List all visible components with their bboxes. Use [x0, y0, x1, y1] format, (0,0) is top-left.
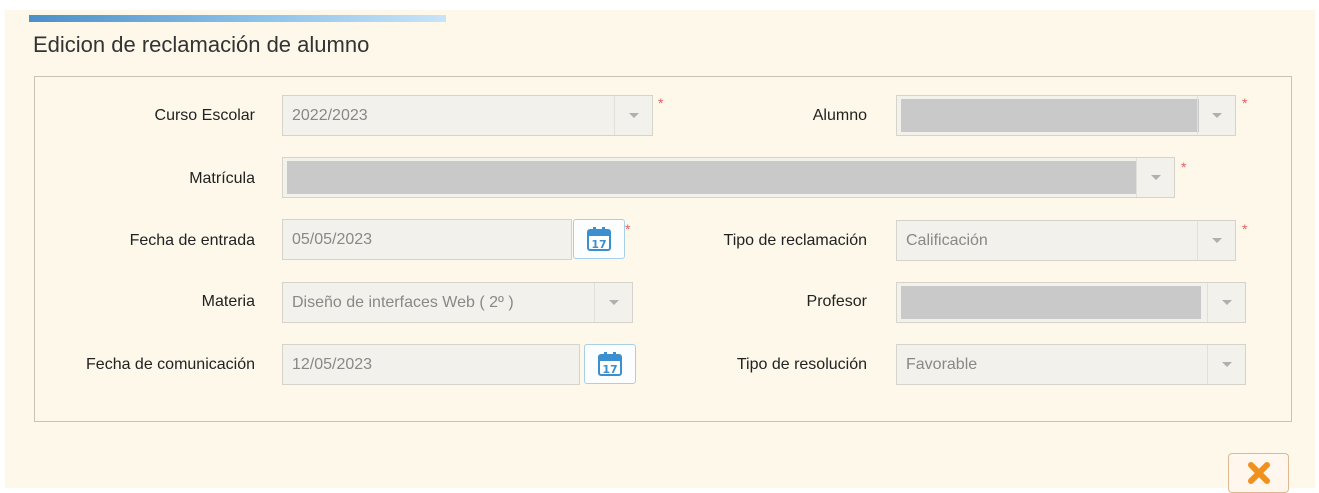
tipo-resolucion-dropdown-button[interactable]	[1207, 345, 1245, 384]
profesor-redacted-value	[901, 286, 1201, 319]
tipo-reclamacion-select[interactable]: Calificación	[896, 220, 1236, 261]
matricula-dropdown-button[interactable]	[1136, 158, 1174, 197]
tipo-reclamacion-label: Tipo de reclamación	[723, 232, 867, 249]
materia-value: Diseño de interfaces Web ( 2º )	[292, 294, 514, 311]
tipo-resolucion-select[interactable]: Favorable	[896, 344, 1246, 385]
materia-label: Materia	[201, 293, 255, 310]
materia-select[interactable]: Diseño de interfaces Web ( 2º )	[282, 282, 633, 323]
curso-escolar-select[interactable]: 2022/2023	[282, 95, 653, 136]
alumno-label: Alumno	[812, 107, 867, 124]
required-asterisk: *	[1242, 95, 1248, 111]
matricula-redacted-value	[287, 161, 1137, 194]
tipo-resolucion-value: Favorable	[906, 356, 978, 373]
calendar-day-number: 17	[591, 238, 606, 251]
alumno-select[interactable]	[896, 95, 1236, 136]
required-asterisk: *	[625, 221, 631, 237]
matricula-label: Matrícula	[189, 170, 255, 187]
fecha-comunicacion-label: Fecha de comunicación	[86, 356, 255, 373]
tipo-reclamacion-dropdown-button[interactable]	[1197, 221, 1235, 260]
close-button[interactable]	[1228, 453, 1289, 493]
chevron-down-icon	[1211, 238, 1222, 243]
chevron-down-icon	[1150, 175, 1161, 180]
required-asterisk: *	[1181, 159, 1187, 175]
chevron-down-icon	[628, 113, 639, 118]
fecha-entrada-label: Fecha de entrada	[129, 232, 255, 249]
chevron-down-icon	[1221, 300, 1232, 305]
title-accent-bar	[29, 15, 446, 22]
chevron-down-icon	[608, 300, 619, 305]
required-asterisk: *	[1242, 221, 1248, 237]
tipo-reclamacion-value: Calificación	[906, 232, 988, 249]
chevron-down-icon	[1221, 362, 1232, 367]
profesor-select[interactable]	[896, 282, 1246, 323]
profesor-label: Profesor	[806, 293, 867, 310]
fecha-entrada-value: 05/05/2023	[292, 231, 373, 248]
tipo-resolucion-label: Tipo de resolución	[736, 356, 867, 373]
profesor-dropdown-button[interactable]	[1207, 283, 1245, 322]
alumno-redacted-value	[901, 99, 1199, 132]
curso-escolar-label: Curso Escolar	[154, 107, 255, 124]
fecha-entrada-calendar-button[interactable]: 17	[573, 219, 625, 259]
close-icon	[1247, 462, 1270, 484]
fecha-entrada-input[interactable]: 05/05/2023	[282, 219, 572, 260]
calendar-icon: 17	[587, 227, 611, 251]
required-asterisk: *	[658, 95, 664, 111]
calendar-icon: 17	[598, 352, 622, 376]
fecha-comunicacion-input[interactable]: 12/05/2023	[282, 344, 580, 385]
calendar-day-number: 17	[602, 363, 617, 376]
curso-escolar-value: 2022/2023	[292, 107, 368, 124]
alumno-dropdown-button[interactable]	[1197, 96, 1235, 135]
fecha-comunicacion-value: 12/05/2023	[292, 356, 373, 373]
materia-dropdown-button[interactable]	[594, 283, 632, 322]
form-title: Edicion de reclamación de alumno	[33, 32, 370, 57]
curso-escolar-dropdown-button[interactable]	[614, 96, 652, 135]
chevron-down-icon	[1211, 113, 1222, 118]
matricula-select[interactable]	[282, 157, 1175, 198]
fecha-comunicacion-calendar-button[interactable]: 17	[584, 344, 636, 384]
